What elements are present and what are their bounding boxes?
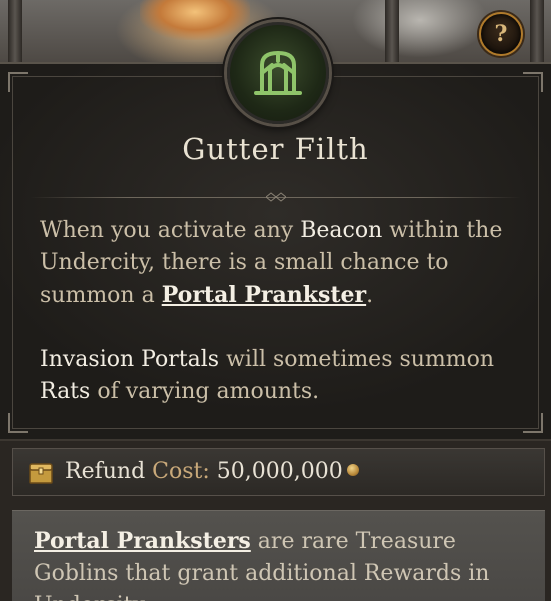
help-button[interactable]: ? xyxy=(479,12,523,56)
description-paragraph: When you activate any Beacon within the … xyxy=(40,215,520,312)
description-text: will sometimes summon xyxy=(219,347,495,372)
refund-cost-bar: Refund Cost: 50,000,000 xyxy=(12,448,545,496)
corner-ornament xyxy=(8,413,28,433)
refund-label: Refund xyxy=(65,459,153,484)
description-paragraph: Invasion Portals will sometimes summon R… xyxy=(40,344,520,408)
rune-emblem-icon xyxy=(227,22,329,124)
cost-label: Cost: xyxy=(152,459,210,484)
cost-amount: 50,000,000 xyxy=(209,459,343,484)
perk-description: When you activate any Beacon within the … xyxy=(40,215,520,408)
pillar-decoration xyxy=(385,0,399,70)
portal-prankster-link[interactable]: Portal Prankster xyxy=(162,282,366,308)
help-label: ? xyxy=(494,21,508,47)
corner-ornament xyxy=(8,72,28,92)
invasion-portals-keyword: Invasion Portals xyxy=(40,347,220,372)
rune-glyph-icon xyxy=(254,51,302,95)
title-divider xyxy=(30,192,521,204)
rats-keyword: Rats xyxy=(40,379,91,404)
perk-title: Gutter Filth xyxy=(182,132,369,166)
footer-hint: Portal Pranksters are rare Treasure Gobl… xyxy=(12,510,545,601)
footer-text: Portal Pranksters are rare Treasure Gobl… xyxy=(34,525,534,601)
beacon-keyword: Beacon xyxy=(300,218,383,243)
description-text: of varying amounts. xyxy=(90,379,320,404)
corner-ornament xyxy=(523,72,543,92)
gold-coin-icon xyxy=(346,464,359,476)
description-text: . xyxy=(366,283,374,308)
description-text: When you activate any xyxy=(40,218,301,243)
divider-ornament-icon xyxy=(266,192,286,202)
brazier-fire xyxy=(140,0,250,40)
pillar-decoration xyxy=(530,0,544,70)
corner-ornament xyxy=(523,413,543,433)
refund-cost-text: Refund Cost: 50,000,000 xyxy=(65,459,359,484)
pillar-decoration xyxy=(8,0,22,70)
game-tooltip-screen: ? Gutter Filth When you activate any Bea xyxy=(0,0,551,601)
portal-pranksters-link[interactable]: Portal Pranksters xyxy=(34,528,251,554)
chest-icon xyxy=(29,463,53,484)
